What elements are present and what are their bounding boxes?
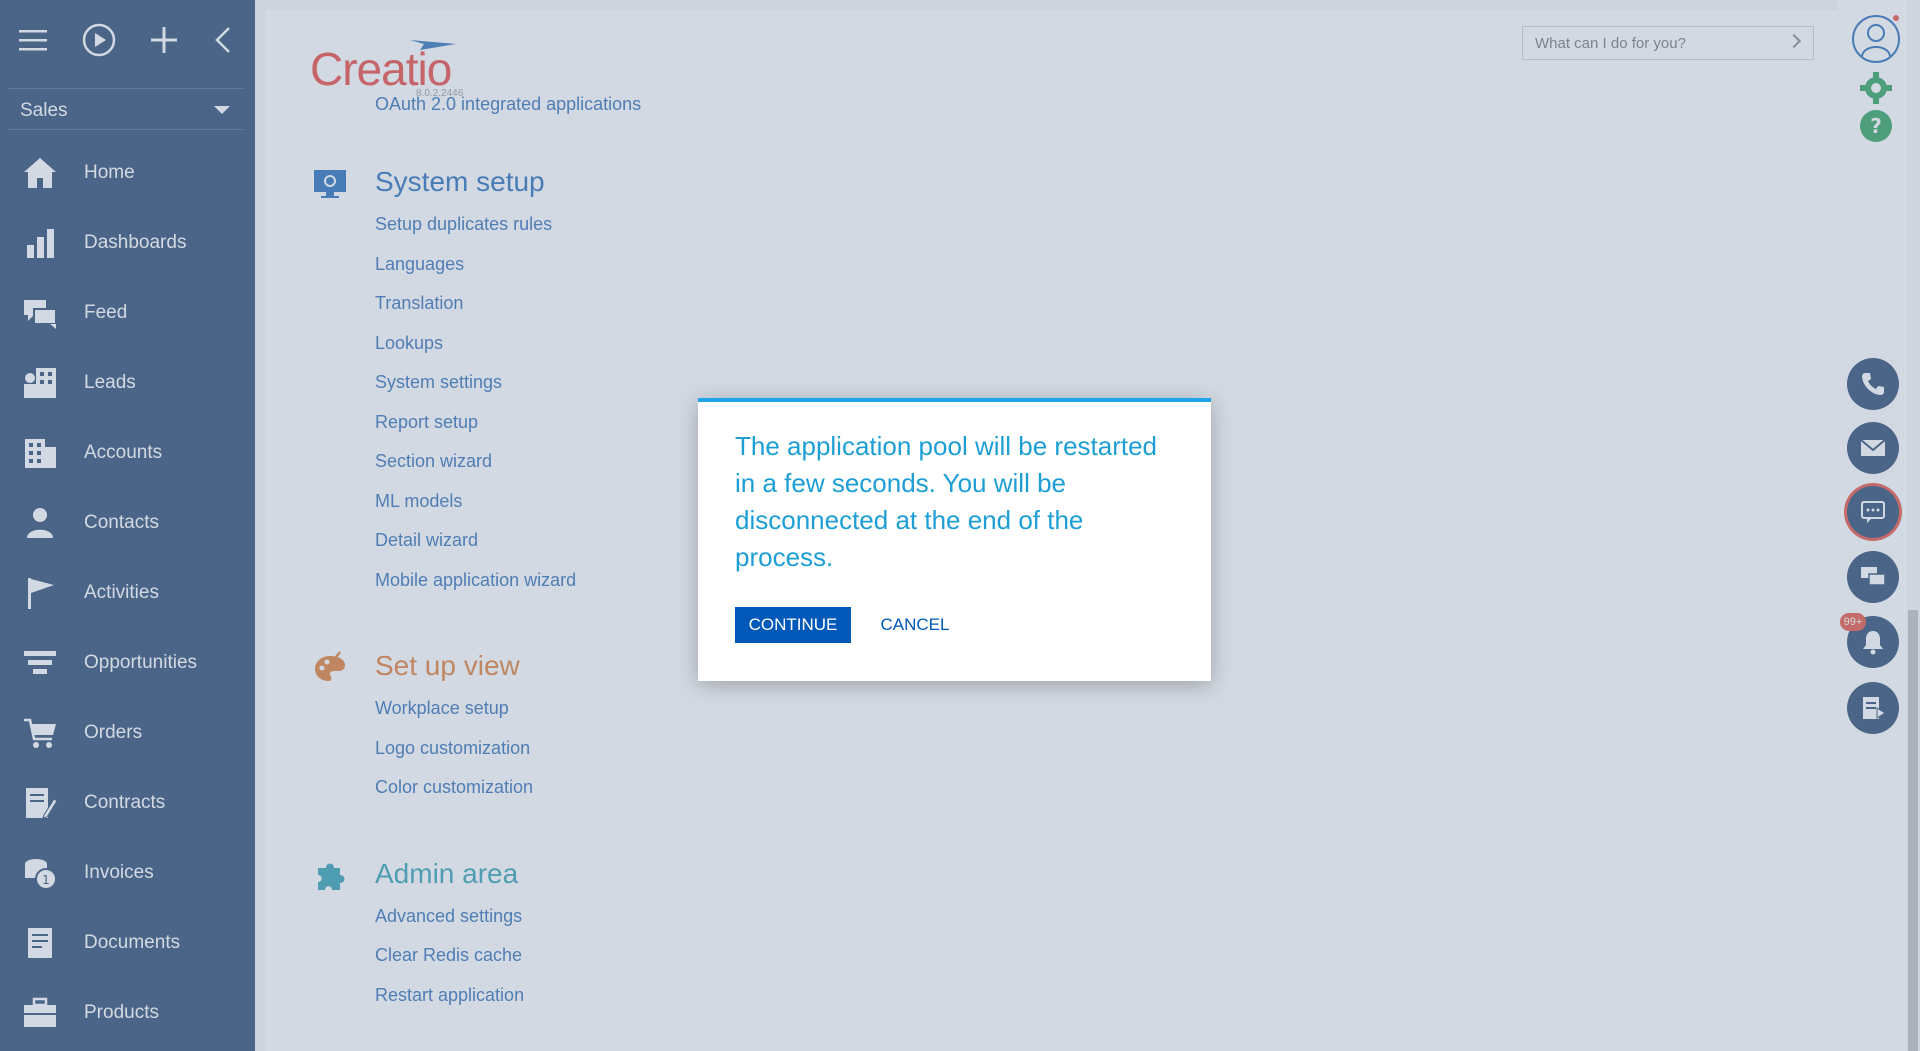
cancel-button[interactable]: CANCEL	[870, 607, 960, 643]
continue-button[interactable]: CONTINUE	[735, 607, 851, 643]
dialog-message: The application pool will be restarted i…	[735, 431, 1158, 572]
restart-confirmation-dialog: The application pool will be restarted i…	[698, 398, 1211, 681]
